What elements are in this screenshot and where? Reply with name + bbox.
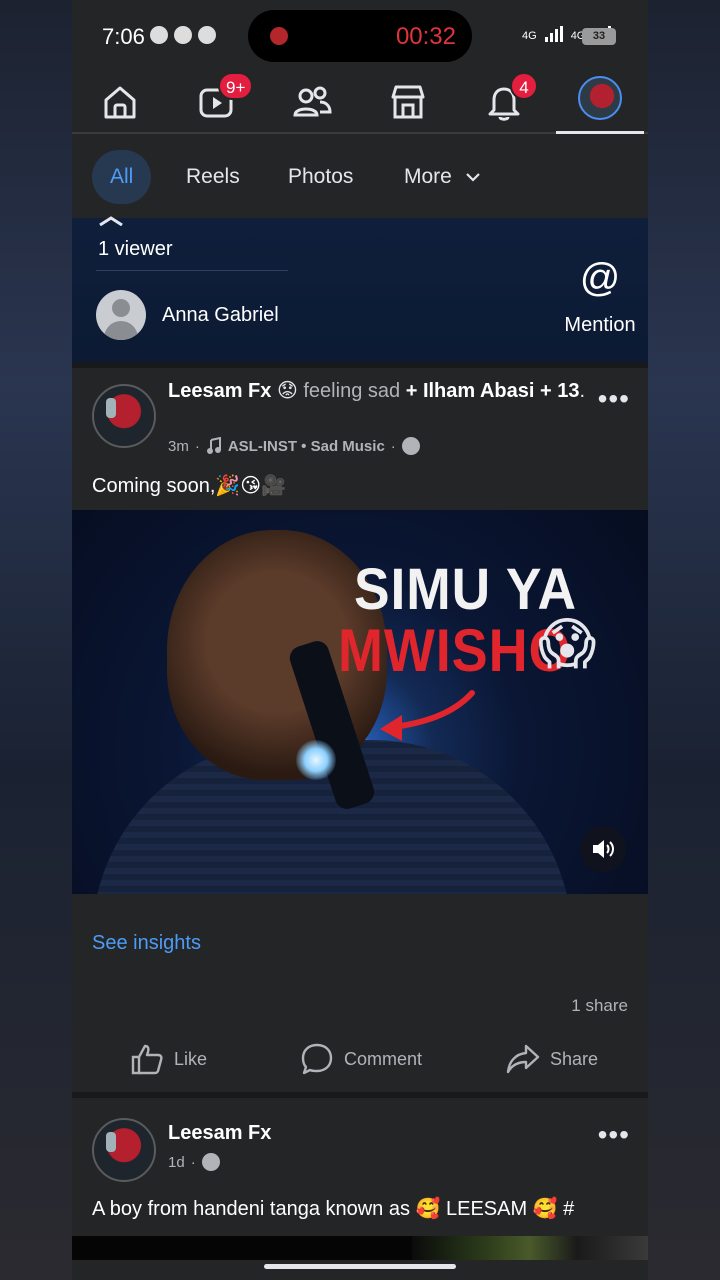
messenger-icon (198, 26, 216, 44)
nav-home[interactable] (96, 78, 144, 126)
header-period: . (579, 380, 586, 402)
post-text: A boy from handeni tanga known as 🥰 LEES… (92, 1198, 575, 1220)
post-meta: 1d · (168, 1153, 220, 1171)
top-nav: 9+ 4 (72, 70, 648, 134)
comment-icon (301, 1043, 333, 1075)
globe-icon (201, 1153, 220, 1171)
notifications-badge: 4 (510, 72, 538, 100)
tag-plus: + (405, 380, 418, 402)
post-author-avatar[interactable] (92, 384, 156, 448)
post-text: Coming soon,🎉😘🎥 (92, 475, 287, 497)
mention-label: Mention (564, 314, 636, 336)
post-options-icon[interactable]: ••• (598, 1121, 630, 1149)
filter-more[interactable]: More (404, 150, 482, 204)
battery-icon: 33 (582, 28, 616, 45)
share-count[interactable]: 1 share (571, 996, 628, 1016)
red-arrow-icon (380, 690, 475, 741)
chevron-up-icon[interactable] (98, 216, 124, 226)
meta-separator: · (390, 437, 396, 455)
post-author[interactable]: Leesam Fx (168, 380, 271, 402)
post-meta: 3m · ASL-INST • Sad Music · (168, 437, 420, 455)
post-options-icon[interactable]: ••• (598, 385, 630, 413)
divider (72, 1092, 648, 1098)
nav-friends[interactable] (288, 78, 336, 126)
nav-video[interactable]: 9+ (192, 72, 254, 126)
phone-screen: 7:06 00:32 4G 4G 33 9+ 4 All Reels Photo… (72, 0, 648, 1280)
media-icon (150, 26, 168, 44)
chevron-down-icon (465, 173, 480, 183)
sound-toggle-button[interactable] (580, 826, 626, 872)
video-light-glow (296, 740, 336, 780)
music-note-icon (206, 437, 221, 454)
post-time: 3m (168, 437, 189, 455)
status-app-icons (150, 26, 216, 44)
chat-icon (174, 26, 192, 44)
home-indicator[interactable] (264, 1264, 456, 1269)
video-title-emoji: 😱 (538, 612, 597, 675)
divider (72, 362, 648, 368)
nav-notifications[interactable]: 4 (480, 72, 538, 126)
recording-pill[interactable]: 00:32 (248, 10, 472, 62)
meta-separator: · (190, 1153, 196, 1171)
post-time: 1d (168, 1153, 185, 1171)
blurred-backdrop-right (648, 0, 720, 1280)
like-button[interactable]: Like (130, 1042, 207, 1076)
status-bar: 7:06 00:32 4G 4G 33 (72, 0, 648, 70)
post-video[interactable]: SIMU YA MWISHO 😱 (72, 510, 648, 894)
home-icon (104, 86, 136, 119)
viewer-count: 1 viewer (98, 238, 173, 260)
post-header: Leesam Fx 😟 feeling sad + Ilham Abasi + … (168, 378, 608, 404)
media-preview-image (412, 1236, 648, 1260)
marketplace-icon (391, 85, 425, 119)
meta-separator: · (194, 437, 200, 455)
status-time: 7:06 (102, 24, 145, 49)
recording-timer: 00:32 (395, 23, 456, 50)
share-icon (506, 1044, 540, 1074)
blurred-backdrop-left (0, 0, 72, 1280)
filter-more-label: More (404, 165, 452, 188)
post-author[interactable]: Leesam Fx (168, 1122, 271, 1144)
video-title-line-2: MWISHO (338, 617, 572, 684)
globe-icon (401, 437, 420, 455)
like-label: Like (174, 1048, 208, 1069)
profile-avatar[interactable] (578, 76, 622, 120)
record-dot-icon (270, 27, 288, 45)
network-label-1: 4G (522, 30, 537, 42)
nav-marketplace[interactable] (384, 78, 432, 126)
share-label: Share (550, 1048, 599, 1069)
thumbs-up-icon (131, 1044, 163, 1075)
filter-reels[interactable]: Reels (186, 150, 240, 204)
speaker-icon (593, 840, 614, 858)
viewers-panel: 1 viewer Anna Gabriel @ Mention (72, 216, 648, 362)
active-tab-indicator (556, 131, 644, 134)
viewer-name: Anna Gabriel (162, 303, 279, 326)
post-media-preview[interactable] (72, 1236, 648, 1260)
at-sign-icon: @ (579, 256, 621, 300)
share-button[interactable]: Share (506, 1042, 598, 1076)
friends-icon (293, 86, 332, 117)
post-actions: Like Comment Share (72, 1026, 648, 1092)
comment-label: Comment (344, 1048, 423, 1069)
see-insights-link[interactable]: See insights (92, 932, 201, 955)
filter-photos[interactable]: Photos (288, 150, 353, 204)
filter-all[interactable]: All (92, 150, 152, 204)
post-music[interactable]: ASL-INST • Sad Music (228, 438, 385, 455)
post-author-avatar[interactable] (92, 1118, 156, 1182)
tagged-person[interactable]: Ilham Abasi (423, 380, 535, 402)
viewer-item[interactable]: Anna Gabriel (96, 290, 279, 340)
post-header: Leesam Fx (168, 1120, 271, 1146)
feeling-text: feeling sad (303, 380, 401, 402)
avatar (96, 290, 146, 340)
tagged-others[interactable]: + 13 (540, 380, 579, 402)
video-badge: 9+ (218, 72, 254, 100)
comment-button[interactable]: Comment (300, 1042, 422, 1076)
signal-bars-icon (544, 26, 563, 42)
filter-bar: All Reels Photos More (72, 136, 648, 218)
divider (96, 270, 288, 271)
feeling-emoji: 😟 (276, 380, 298, 402)
mention-button[interactable]: @ Mention (560, 254, 640, 337)
